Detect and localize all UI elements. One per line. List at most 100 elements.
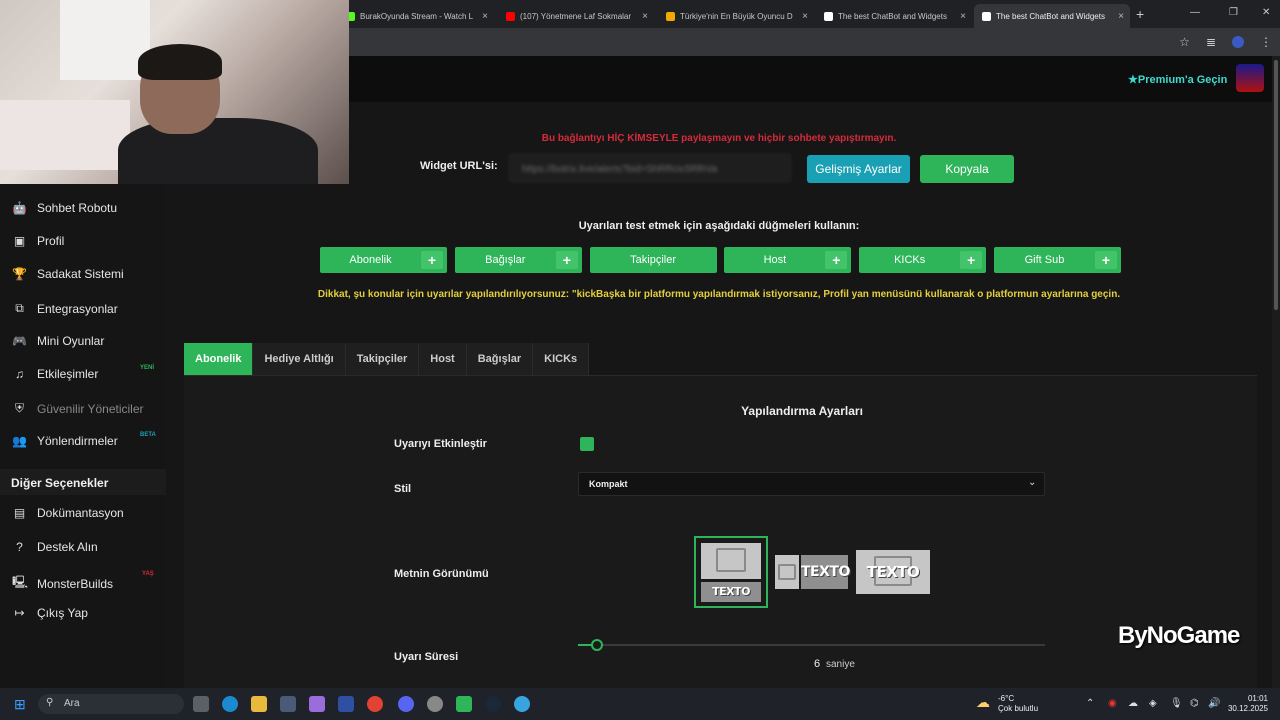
edge-icon[interactable] xyxy=(222,696,238,712)
platform-notice: Dikkat, şu konular için uyarılar yapılan… xyxy=(317,289,1121,300)
clock[interactable]: 01:01 30.12.2025 xyxy=(1226,694,1268,714)
chrome-icon[interactable] xyxy=(367,696,383,712)
close-tab-icon[interactable]: × xyxy=(960,11,966,22)
sidebar-item-2[interactable]: ▣ Profil xyxy=(12,234,65,248)
sidebar-item-label: Sohbet Robotu xyxy=(37,201,118,215)
store-icon[interactable] xyxy=(280,696,296,712)
sidebar-other-item-4[interactable]: ↦ Çıkış Yap xyxy=(12,606,88,620)
test-alert-label: KICKs xyxy=(894,254,926,266)
sidebar-other-item-3[interactable]: 🖳 MonsterBuilds xyxy=(12,573,113,594)
windows-start-icon[interactable]: ⊞ xyxy=(14,696,26,713)
app-icon[interactable] xyxy=(338,696,354,712)
close-tab-icon[interactable]: × xyxy=(482,11,488,22)
taskbar-search[interactable]: ⚲ Ara xyxy=(38,694,184,714)
app-icon[interactable] xyxy=(427,696,443,712)
kick-app-icon[interactable] xyxy=(456,696,472,712)
chevron-up-icon[interactable]: ⌃ xyxy=(1086,698,1094,709)
media-control-icon[interactable]: ≣ xyxy=(1206,35,1216,49)
config-tab[interactable]: KICKs xyxy=(533,343,590,375)
profile-avatar-icon[interactable] xyxy=(1232,36,1244,48)
browser-tab[interactable]: Türkiye'nin En Büyük Oyuncu D × xyxy=(658,4,814,28)
gamepad-icon: 🎮 xyxy=(12,334,27,348)
text-layout-option-overlay[interactable]: TEXTO xyxy=(856,550,930,594)
help-icon: ? xyxy=(16,540,23,554)
test-alert-button[interactable]: Takipçiler xyxy=(589,247,717,273)
steam-icon[interactable] xyxy=(485,696,501,712)
sidebar-item-3[interactable]: 🏆 Sadakat Sistemi xyxy=(12,267,124,281)
style-select[interactable]: Kompakt xyxy=(578,472,1045,496)
volume-icon[interactable]: 🔊 xyxy=(1208,698,1220,709)
maximize-icon[interactable]: ❐ xyxy=(1229,7,1238,18)
close-tab-icon[interactable]: × xyxy=(1118,11,1124,22)
sidebar-item-label: Profil xyxy=(37,234,65,248)
config-tab[interactable]: Bağışlar xyxy=(466,343,534,375)
bookmark-star-icon[interactable]: ☆ xyxy=(1179,35,1190,49)
file-explorer-icon[interactable] xyxy=(251,696,267,712)
enable-alert-checkbox[interactable] xyxy=(580,437,594,451)
test-alert-button[interactable]: KICKs + xyxy=(859,247,987,273)
plus-icon[interactable]: + xyxy=(1095,251,1117,269)
test-alert-label: Takipçiler xyxy=(630,254,677,266)
close-tab-icon[interactable]: × xyxy=(802,11,808,22)
config-tab[interactable]: Abonelik xyxy=(184,343,254,375)
config-tab[interactable]: Hediye Altlığı xyxy=(253,343,346,375)
browser-menu-icon[interactable]: ⋮ xyxy=(1260,35,1272,49)
duration-slider-track[interactable] xyxy=(578,644,1045,646)
browser-tab[interactable]: The best ChatBot and Widgets × xyxy=(816,4,972,28)
sidebar-other-item-1[interactable]: ▤ Dokümantasyon xyxy=(12,506,124,520)
app-icon[interactable] xyxy=(514,696,530,712)
advanced-settings-button[interactable]: Gelişmiş Ayarlar xyxy=(807,155,910,183)
sidebar-badge: YENİ xyxy=(140,365,155,371)
search-icon: ⚲ xyxy=(46,697,54,708)
task-view-icon[interactable] xyxy=(193,696,209,712)
tab-title: The best ChatBot and Widgets xyxy=(838,11,947,21)
webcam-overlay xyxy=(0,0,349,184)
config-panel xyxy=(184,376,1257,688)
weather-widget[interactable]: -6°C Çok bulutlu xyxy=(998,694,1038,714)
text-view-label: Metnin Görünümü xyxy=(394,568,489,580)
sidebar-item-1[interactable]: 🤖 Sohbet Robotu xyxy=(12,201,117,215)
microphone-icon[interactable]: 🎙 xyxy=(1170,698,1183,709)
discord-icon[interactable] xyxy=(398,696,414,712)
browser-tab[interactable]: The best ChatBot and Widgets × xyxy=(974,4,1130,28)
image-placeholder-icon[interactable] xyxy=(775,555,799,589)
copy-button[interactable]: Kopyala xyxy=(920,155,1014,183)
copilot-icon[interactable] xyxy=(309,696,325,712)
sidebar-item-7[interactable]: ⛨ Güvenilir Yöneticiler xyxy=(12,401,144,416)
config-tab[interactable]: Host xyxy=(419,343,467,375)
premium-link[interactable]: ★Premium'a Geçin xyxy=(1128,73,1227,86)
user-avatar[interactable] xyxy=(1236,64,1264,92)
scrollbar-thumb[interactable] xyxy=(1274,60,1278,310)
plus-icon[interactable]: + xyxy=(825,251,848,269)
close-tab-icon[interactable]: × xyxy=(642,11,648,22)
cloud-icon[interactable]: ☁ xyxy=(1128,698,1138,709)
close-window-icon[interactable]: ✕ xyxy=(1262,7,1270,18)
sidebar-item-label: Dokümantasyon xyxy=(37,506,124,520)
plus-icon[interactable]: + xyxy=(421,251,443,269)
config-tab[interactable]: Takipçiler xyxy=(345,343,420,375)
minimize-icon[interactable]: — xyxy=(1190,7,1200,18)
tray-app-icon[interactable]: ◈ xyxy=(1149,698,1157,709)
test-alert-button[interactable]: Abonelik + xyxy=(320,247,447,273)
network-icon[interactable]: ⌬ xyxy=(1190,698,1199,709)
sidebar-item-label: Çıkış Yap xyxy=(37,606,88,620)
sidebar-item-8[interactable]: 👥 Yönlendirmeler xyxy=(12,434,118,448)
tray-app-icon[interactable]: ◉ xyxy=(1108,698,1117,709)
text-layout-option-inline[interactable]: TEXTO xyxy=(801,555,850,589)
plus-icon[interactable]: + xyxy=(555,251,578,269)
duration-slider-thumb[interactable] xyxy=(591,639,603,651)
sidebar-item-6[interactable]: ♫ Etkileşimler xyxy=(12,367,98,381)
test-alert-button[interactable]: Gift Sub + xyxy=(994,247,1121,273)
plus-icon[interactable]: + xyxy=(960,251,983,269)
test-alert-button[interactable]: Bağışlar + xyxy=(454,247,582,273)
sidebar-other-item-2[interactable]: ? Destek Alın xyxy=(12,540,98,554)
browser-tab[interactable]: (107) Yönetmene Laf Sokmalar × xyxy=(498,4,654,28)
test-alert-button[interactable]: Host + xyxy=(724,247,852,273)
text-layout-option-stacked[interactable]: TEXTO xyxy=(694,536,768,608)
browser-tab[interactable]: BurakOyunda Stream - Watch L × xyxy=(338,4,494,28)
new-tab-button[interactable]: + xyxy=(1136,6,1144,22)
widget-url-input[interactable]: https://botrix.live/alerts?bid=ShRRcic5R… xyxy=(509,154,791,182)
sidebar-item-4[interactable]: ⧉ Entegrasyonlar xyxy=(12,301,118,316)
sidebar-item-5[interactable]: 🎮 Mini Oyunlar xyxy=(12,334,104,348)
star-icon: ★ xyxy=(1128,74,1138,86)
